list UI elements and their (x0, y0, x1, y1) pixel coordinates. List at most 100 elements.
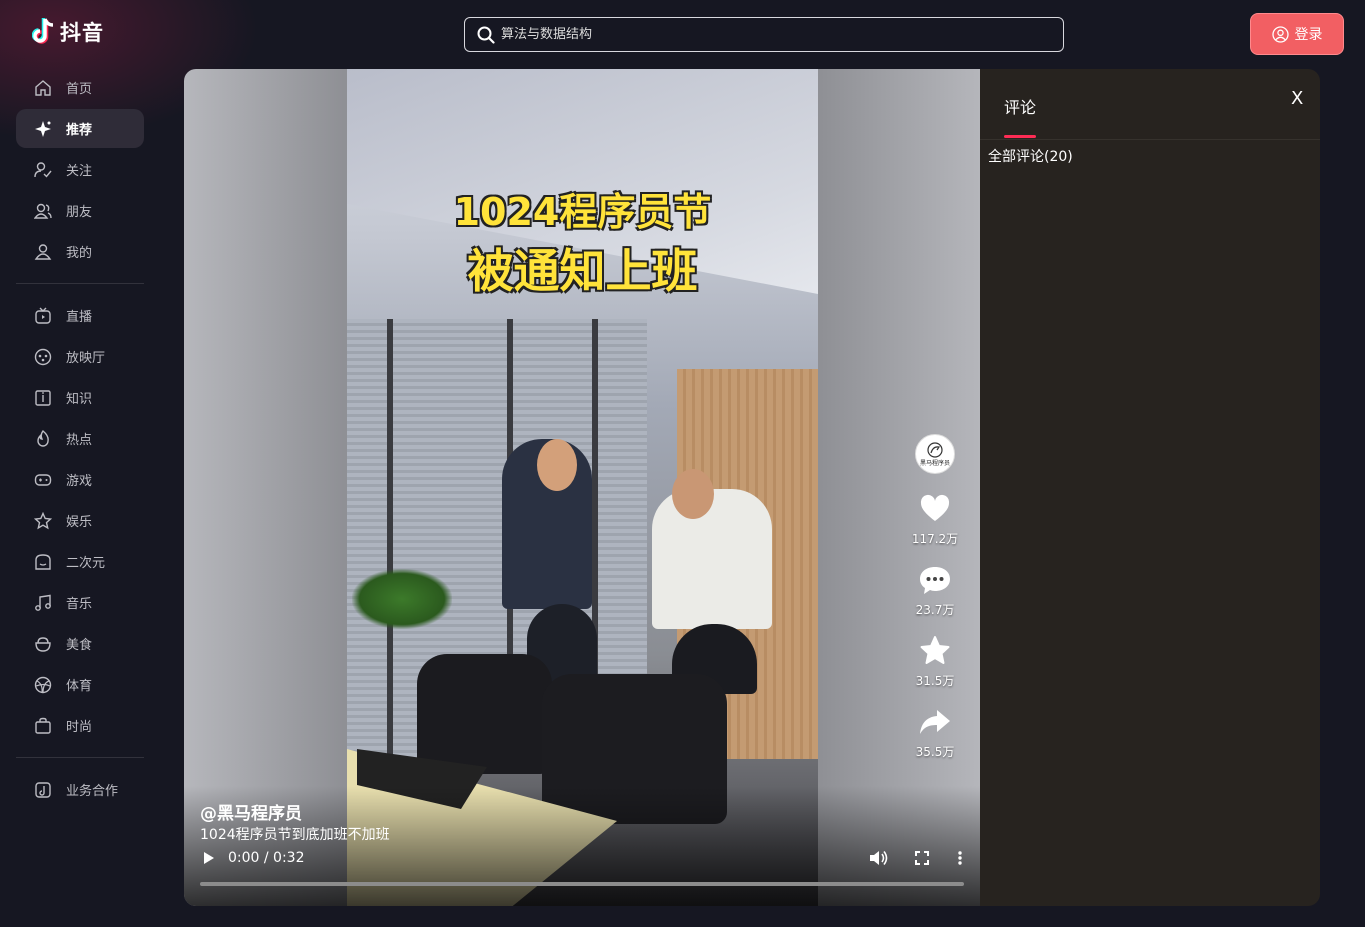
app-name: 抖音 (60, 21, 104, 45)
chair-left (417, 654, 552, 774)
comment-count: 23.7万 (915, 603, 955, 617)
food-icon (35, 636, 51, 652)
home-icon (35, 79, 51, 96)
volume-icon[interactable] (868, 849, 888, 867)
close-comments-button[interactable]: X (1291, 88, 1303, 109)
sidebar-item-label: 放映厅 (66, 351, 106, 366)
login-button[interactable]: 登录 (1250, 13, 1344, 55)
brand-horse-icon (927, 441, 943, 458)
play-icon[interactable] (200, 850, 216, 866)
sidebar-item-label: 体育 (66, 679, 93, 694)
book-icon (35, 389, 51, 406)
bag-icon (35, 717, 51, 734)
avatar[interactable]: 黑马程序员 (915, 434, 955, 474)
tv-icon (35, 307, 51, 324)
star-icon (34, 511, 52, 529)
sidebar-divider (16, 283, 144, 284)
comments-divider (980, 139, 1320, 140)
sidebar-item-label: 推荐 (66, 123, 93, 138)
sidebar-item-knowledge[interactable]: 知识 (16, 378, 144, 417)
video-actions: 黑马程序员 117.2万 23.7万 31.5万 35.5万 (910, 434, 960, 776)
comment-icon (919, 567, 950, 594)
user-circle-icon (1271, 25, 1289, 43)
share-button[interactable]: 35.5万 (915, 705, 955, 760)
sidebar-item-label: 首页 (66, 82, 93, 97)
comment-button[interactable]: 23.7万 (915, 563, 955, 618)
friends-icon (34, 203, 52, 219)
sidebar-item-label: 娱乐 (66, 515, 93, 530)
video-progress-bar[interactable] (200, 882, 964, 886)
video-overlay-title-1: 1024程序员节 (453, 190, 712, 234)
sidebar-nav: 首页 推荐 关注 朋友 我的 直播 放映厅 知识 热点 游戏 娱乐 二次元 音乐… (16, 68, 144, 811)
music-icon (35, 594, 51, 611)
sidebar-item-label: 关注 (66, 164, 93, 179)
person-left-head (537, 439, 577, 491)
sidebar-item-me[interactable]: 我的 (16, 232, 144, 271)
profile-icon (34, 243, 52, 260)
favorite-count: 31.5万 (915, 674, 955, 688)
sidebar-item-label: 直播 (66, 310, 93, 325)
cinema-icon (34, 348, 52, 365)
sidebar-item-label: 朋友 (66, 205, 93, 220)
video-frame: 1024程序员节 被通知上班 (347, 69, 818, 906)
sidebar-item-label: 知识 (66, 392, 93, 407)
video-author[interactable]: @黑马程序员 (200, 799, 302, 824)
video-overlay-title-2: 被通知上班 (467, 244, 698, 298)
search-input[interactable] (501, 27, 1041, 42)
sidebar-item-live[interactable]: 直播 (16, 296, 144, 335)
like-count: 117.2万 (911, 532, 959, 546)
sidebar-item-sports[interactable]: 体育 (16, 665, 144, 704)
search-bar[interactable] (464, 17, 1064, 52)
sidebar-item-label: 热点 (66, 433, 93, 448)
tab-active-indicator (1004, 135, 1036, 138)
like-button[interactable]: 117.2万 (912, 492, 958, 547)
sidebar-item-anime[interactable]: 二次元 (16, 542, 144, 581)
video-bottom-shade (184, 786, 980, 906)
video-controls: 0:00 / 0:32 (200, 847, 964, 869)
favorite-button[interactable]: 31.5万 (915, 634, 955, 689)
sidebar-item-cinema[interactable]: 放映厅 (16, 337, 144, 376)
sidebar-item-business[interactable]: 业务合作 (16, 770, 144, 809)
star-icon (920, 636, 950, 664)
share-arrow-icon (919, 710, 950, 734)
video-player[interactable]: 1024程序员节 被通知上班 黑马程序员 117.2万 23.7万 31.5万 … (184, 69, 980, 906)
glass-frame-bar (387, 319, 393, 789)
plant (352, 569, 452, 629)
sidebar-item-music[interactable]: 音乐 (16, 583, 144, 622)
sidebar-item-label: 音乐 (66, 597, 93, 612)
video-description: 1024程序员节到底加班不加班 (200, 827, 390, 843)
heart-icon (920, 494, 950, 521)
share-count: 35.5万 (915, 745, 955, 759)
comments-panel: 评论 X 全部评论(20) (980, 69, 1320, 906)
person-right (652, 489, 772, 629)
fullscreen-icon[interactable] (914, 850, 930, 866)
gamepad-icon (34, 473, 52, 486)
logo-note-icon (32, 18, 54, 44)
sidebar-item-hot[interactable]: 热点 (16, 419, 144, 458)
sidebar-item-label: 业务合作 (66, 784, 119, 799)
douyin-logo[interactable]: 抖音 (32, 17, 104, 47)
sidebar-item-label: 美食 (66, 638, 93, 653)
person-right-head (672, 469, 714, 519)
avatar-label: 黑马程序员 (919, 459, 950, 467)
sidebar-item-follow[interactable]: 关注 (16, 150, 144, 189)
business-icon (35, 781, 51, 798)
more-options-icon[interactable] (956, 850, 964, 866)
sidebar-item-label: 我的 (66, 246, 93, 261)
flame-icon (37, 429, 49, 447)
sparkle-icon (35, 120, 51, 137)
login-label: 登录 (1294, 27, 1323, 43)
sidebar-item-games[interactable]: 游戏 (16, 460, 144, 499)
sidebar-item-fashion[interactable]: 时尚 (16, 706, 144, 745)
tab-comments[interactable]: 评论 (1004, 94, 1036, 118)
sidebar-item-entertainment[interactable]: 娱乐 (16, 501, 144, 540)
sidebar-item-label: 时尚 (66, 720, 93, 735)
sidebar-item-label: 二次元 (66, 556, 106, 571)
comments-count: 全部评论(20) (988, 149, 1073, 165)
sidebar-divider (16, 757, 144, 758)
video-time: 0:00 / 0:32 (228, 850, 305, 866)
sidebar-item-friends[interactable]: 朋友 (16, 191, 144, 230)
sidebar-item-food[interactable]: 美食 (16, 624, 144, 663)
sidebar-item-home[interactable]: 首页 (16, 68, 144, 107)
sidebar-item-recommend[interactable]: 推荐 (16, 109, 144, 148)
